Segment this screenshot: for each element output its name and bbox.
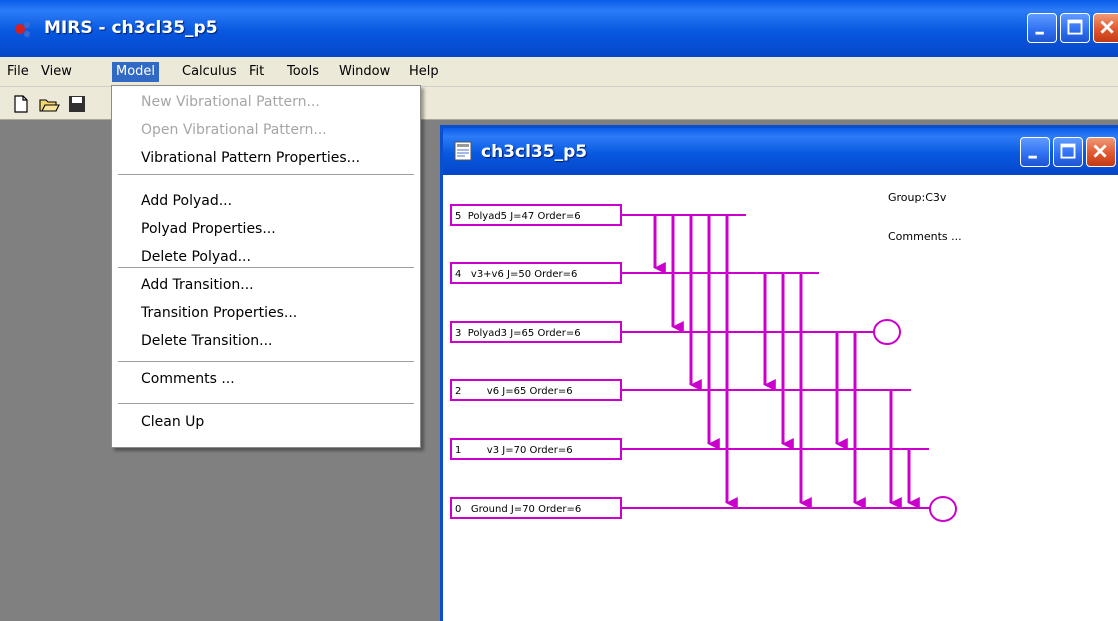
menu-item-clean-up[interactable]: Clean Up: [112, 410, 420, 434]
document-title: ch3cl35_p5: [481, 142, 588, 162]
menu-tools[interactable]: Tools: [283, 62, 323, 82]
group-label: Group:C3v: [888, 191, 947, 204]
polyad-label: 0 Ground J=70 Order=6: [455, 504, 581, 515]
menu-separator: [118, 174, 414, 175]
polyad-diagram-area[interactable]: Group:C3v Comments ... 5 Polyad5 J=47 Or…: [443, 175, 1118, 621]
menu-file[interactable]: File: [3, 62, 33, 82]
maximize-button[interactable]: [1060, 13, 1090, 43]
transition-arrows: [653, 215, 920, 509]
menu-view[interactable]: View: [37, 62, 76, 82]
menu-separator: [118, 403, 414, 404]
menu-item-delete-polyad[interactable]: Delete Polyad...: [112, 245, 420, 269]
app-logo-icon: [15, 22, 30, 37]
document-window[interactable]: ch3cl35_p5 Group:C3v Comments ... 5 Poly…: [440, 125, 1118, 621]
menu-window[interactable]: Window: [335, 62, 394, 82]
window-title: MIRS - ch3cl35_p5: [44, 18, 218, 38]
menu-separator: [118, 267, 414, 268]
menu-fit[interactable]: Fit: [245, 62, 268, 82]
polyad-label: 2 v6 J=65 Order=6: [455, 386, 573, 397]
save-icon[interactable]: [66, 94, 88, 114]
polyad-levels: 5 Polyad5 J=47 Order=6 4 v3+v6 J=50 Order…: [450, 204, 948, 519]
close-button[interactable]: [1093, 13, 1118, 43]
menu-help[interactable]: Help: [405, 62, 443, 82]
level-marker-circle[interactable]: [929, 496, 957, 522]
menu-item-transition-properties[interactable]: Transition Properties...: [112, 301, 420, 325]
doc-maximize-button[interactable]: [1053, 137, 1083, 167]
open-folder-icon[interactable]: [38, 94, 60, 114]
menu-item-comments[interactable]: Comments ...: [112, 367, 420, 391]
level-markers: [873, 319, 957, 522]
close-icon: [1100, 20, 1114, 34]
comments-label[interactable]: Comments ...: [888, 230, 962, 243]
polyad-label: 5 Polyad5 J=47 Order=6: [455, 211, 581, 222]
polyad-label: 1 v3 J=70 Order=6: [455, 445, 573, 456]
menu-item-vibrational-pattern-properties[interactable]: Vibrational Pattern Properties...: [112, 146, 420, 170]
minimize-icon: [1028, 155, 1037, 159]
menu-item-polyad-properties[interactable]: Polyad Properties...: [112, 217, 420, 241]
mirs-app-window: MIRS - ch3cl35_p5 File View Model Calcul…: [0, 0, 1118, 621]
menu-item-new-vibrational-pattern: New Vibrational Pattern...: [141, 94, 320, 110]
polyad-diagram[interactable]: Group:C3v Comments ... 5 Polyad5 J=47 Or…: [443, 175, 1118, 621]
new-file-icon[interactable]: [10, 94, 32, 114]
close-icon: [1093, 144, 1107, 158]
document-title-bar[interactable]: ch3cl35_p5: [443, 128, 1118, 175]
menu-model[interactable]: Model: [112, 62, 160, 82]
menu-separator: [118, 361, 414, 362]
minimize-icon: [1035, 31, 1044, 35]
minimize-button[interactable]: [1027, 13, 1057, 43]
menu-bar: File View Model Calculus Fit Tools Windo…: [0, 57, 1118, 87]
doc-minimize-button[interactable]: [1020, 137, 1050, 167]
document-icon: [454, 141, 472, 161]
menu-item-delete-transition[interactable]: Delete Transition...: [112, 329, 420, 353]
menu-item-open-vibrational-pattern: Open Vibrational Pattern...: [141, 122, 327, 138]
title-bar[interactable]: MIRS - ch3cl35_p5: [0, 0, 1118, 57]
level-marker-circle[interactable]: [873, 319, 901, 345]
menu-item-add-polyad[interactable]: Add Polyad...: [112, 189, 420, 213]
menu-item-add-transition[interactable]: Add Transition...: [112, 273, 420, 297]
menu-calculus[interactable]: Calculus: [178, 62, 241, 82]
maximize-icon: [1060, 143, 1076, 159]
doc-close-button[interactable]: [1086, 137, 1116, 167]
polyad-label: 3 Polyad3 J=65 Order=6: [455, 328, 581, 339]
polyad-label: 4 v3+v6 J=50 Order=6: [455, 269, 577, 280]
maximize-icon: [1067, 19, 1083, 35]
model-dropdown-menu: New Vibrational Pattern... Open Vibration…: [111, 85, 421, 448]
